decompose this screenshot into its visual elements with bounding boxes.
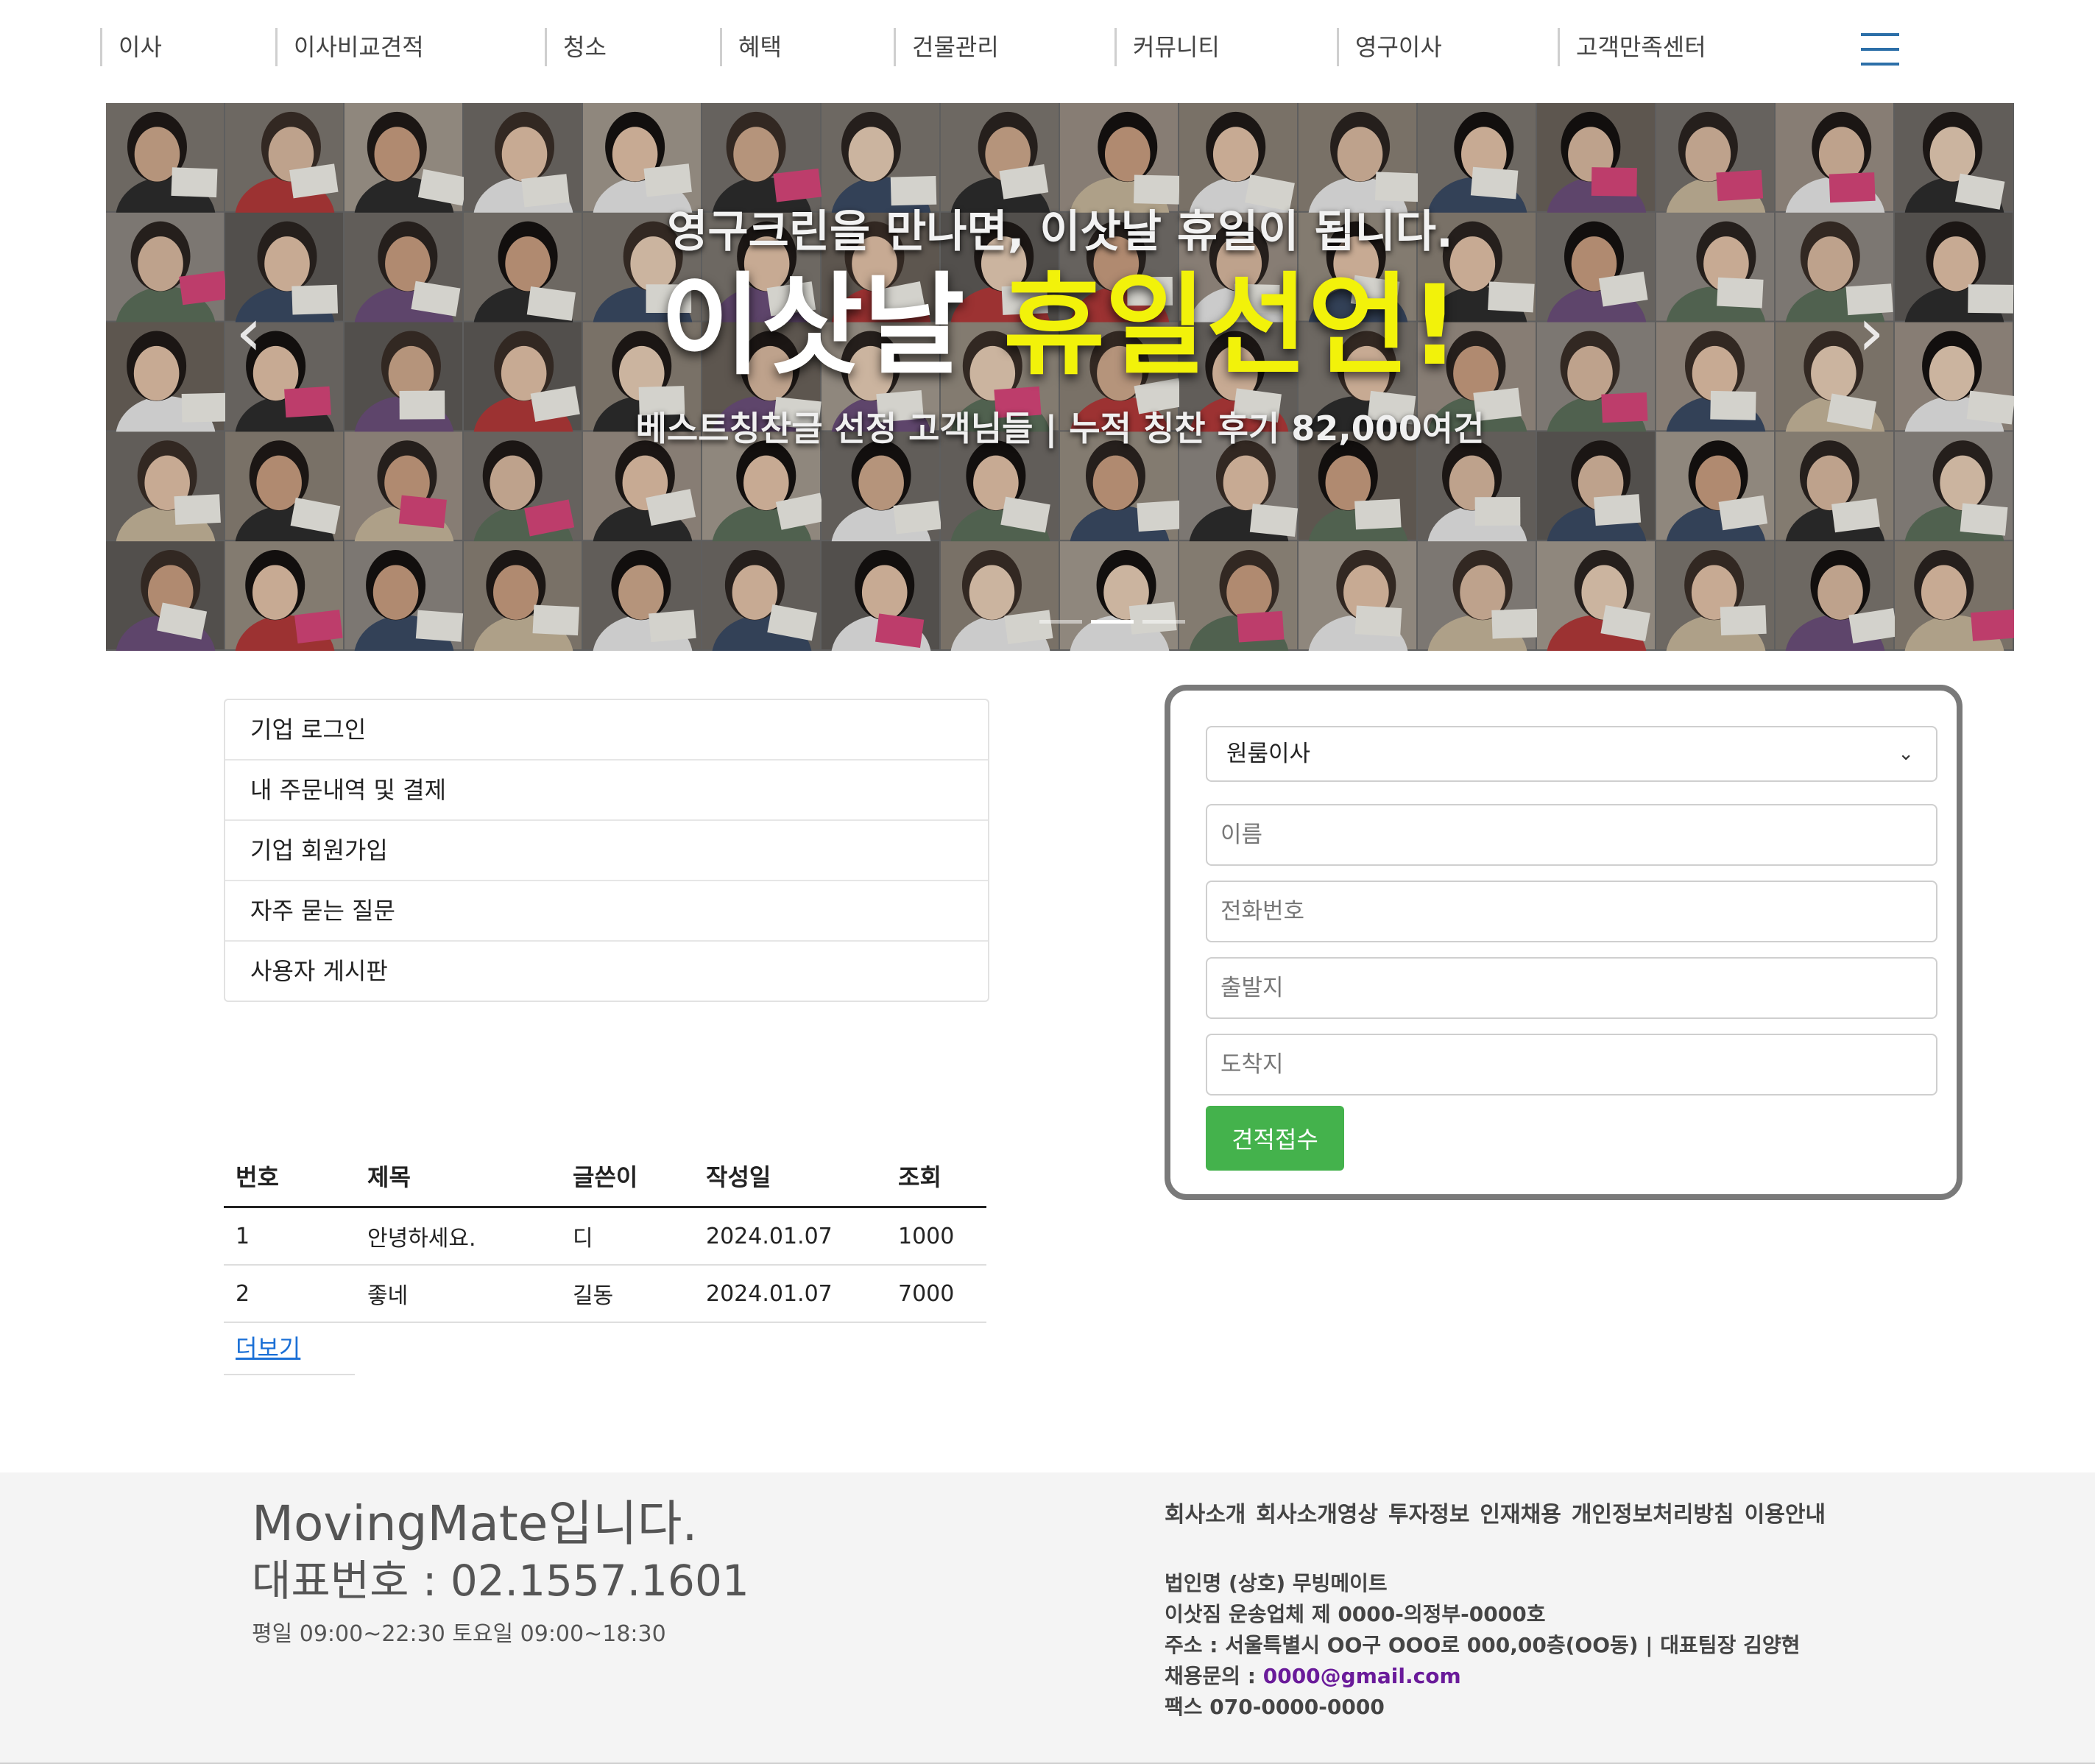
cell-number: 2 (224, 1265, 356, 1323)
footer-fax: 팩스 070-0000-0000 (1165, 1695, 1385, 1719)
nav-item-quote-compare[interactable]: 이사비교견적 (275, 28, 424, 66)
hero-headline-yellow: 휴일선언! (1003, 262, 1460, 390)
departure-input[interactable] (1206, 957, 1937, 1019)
table-header-row: 번호 제목 글쓴이 작성일 조회 (224, 1146, 986, 1208)
nav-item-community[interactable]: 커뮤니티 (1114, 28, 1220, 66)
link-faq[interactable]: 자주 묻는 질문 (225, 881, 988, 942)
board-table: 번호 제목 글쓴이 작성일 조회 1 안녕하세요. 디 2024.01.07 1… (224, 1146, 986, 1323)
more-link[interactable]: 더보기 (236, 1330, 300, 1363)
link-my-orders[interactable]: 내 주문내역 및 결제 (225, 761, 988, 821)
carousel-indicator[interactable] (1142, 620, 1185, 624)
footer-brand: MovingMate입니다. (252, 1495, 698, 1552)
name-input[interactable] (1206, 804, 1937, 866)
column-title: 제목 (356, 1146, 561, 1208)
carousel-indicator[interactable] (1039, 620, 1082, 624)
footer-company-info: 법인명 (상호) 무빙메이트 이삿짐 운송업체 제 0000-의정부-0000호… (1165, 1568, 1800, 1723)
hero-caption: 베스트칭찬글 선정 고객님들 | 누적 칭찬 후기 82,000여건 (635, 409, 1485, 448)
nav-item-yeonggu[interactable]: 영구이사 (1337, 28, 1442, 66)
column-number: 번호 (224, 1146, 356, 1208)
column-date: 작성일 (694, 1146, 886, 1208)
cell-author: 길동 (561, 1265, 694, 1323)
nav-item-moving[interactable]: 이사 (100, 28, 162, 66)
nav-item-building[interactable]: 건물관리 (894, 28, 999, 66)
footer-link-privacy[interactable]: 개인정보처리방침 (1572, 1502, 1734, 1528)
link-corporate-signup[interactable]: 기업 회원가입 (225, 821, 988, 881)
quote-form: 원룸이사 ⌄ 견적접수 (1165, 685, 1962, 1200)
footer-link-guide[interactable]: 이용안내 (1745, 1502, 1826, 1528)
hamburger-menu-icon[interactable] (1861, 33, 1899, 67)
footer-license: 이삿짐 운송업체 제 0000-의정부-0000호 (1165, 1602, 1546, 1626)
nav-item-benefits[interactable]: 혜택 (720, 28, 782, 66)
column-views: 조회 (886, 1146, 986, 1208)
hero-headline: 이삿날 휴일선언! (106, 256, 2014, 396)
destination-input[interactable] (1206, 1034, 1937, 1096)
submit-quote-button[interactable]: 견적접수 (1206, 1106, 1344, 1171)
hero-carousel: 영구크린을 만나면, 이삿날 휴일이 됩니다. 이삿날 휴일선언! 베스트칭찬글… (106, 103, 2014, 651)
table-row[interactable]: 2 좋네 길동 2024.01.07 7000 (224, 1265, 986, 1323)
cell-date: 2024.01.07 (694, 1265, 886, 1323)
cell-date: 2024.01.07 (694, 1207, 886, 1266)
footer-recruit-email[interactable]: 0000@gmail.com (1263, 1664, 1461, 1688)
more-link-cell: 더보기 (224, 1322, 355, 1375)
column-author: 글쓴이 (561, 1146, 694, 1208)
footer-link-about[interactable]: 회사소개 (1165, 1502, 1246, 1528)
footer-corp-name: 법인명 (상호) 무빙메이트 (1165, 1571, 1388, 1595)
footer-link-investment[interactable]: 투자정보 (1388, 1502, 1469, 1528)
chevron-down-icon: ⌄ (1898, 743, 1914, 765)
nav-item-customer-center[interactable]: 고객만족센터 (1558, 28, 1706, 66)
footer-recruit: 채용문의 : 0000@gmail.com (1165, 1661, 1800, 1692)
table-row[interactable]: 1 안녕하세요. 디 2024.01.07 1000 (224, 1207, 986, 1266)
moving-type-value: 원룸이사 (1226, 741, 1311, 767)
cell-title[interactable]: 안녕하세요. (356, 1207, 561, 1266)
carousel-indicator-active[interactable] (1091, 620, 1134, 624)
quick-links-list: 기업 로그인 내 주문내역 및 결제 기업 회원가입 자주 묻는 질문 사용자 … (224, 699, 989, 1002)
moving-type-select[interactable]: 원룸이사 ⌄ (1206, 726, 1937, 782)
phone-input[interactable] (1206, 881, 1937, 942)
footer-recruit-label: 채용문의 : (1165, 1664, 1263, 1688)
link-corporate-login[interactable]: 기업 로그인 (225, 700, 988, 761)
cell-views: 7000 (886, 1265, 986, 1323)
footer-links: 회사소개 회사소개영상 투자정보 인재채용 개인정보처리방침 이용안내 (1165, 1496, 1836, 1528)
footer-hours: 평일 09:00~22:30 토요일 09:00~18:30 (252, 1621, 666, 1647)
footer-link-about-video[interactable]: 회사소개영상 (1256, 1502, 1378, 1528)
footer-phone: 대표번호 : 02.1557.1601 (252, 1556, 749, 1606)
top-nav: 이사 이사비교견적 청소 혜택 건물관리 커뮤니티 영구이사 고객만족센터 (0, 0, 2095, 99)
cell-title[interactable]: 좋네 (356, 1265, 561, 1323)
footer: MovingMate입니다. 대표번호 : 02.1557.1601 평일 09… (0, 1472, 2095, 1764)
cell-views: 1000 (886, 1207, 986, 1266)
footer-link-careers[interactable]: 인재채용 (1480, 1502, 1561, 1528)
cell-number: 1 (224, 1207, 356, 1266)
carousel-prev-icon[interactable]: ‹ (225, 296, 272, 370)
link-user-board[interactable]: 사용자 게시판 (225, 942, 988, 1001)
cell-author: 디 (561, 1207, 694, 1266)
carousel-next-icon[interactable]: › (1848, 296, 1895, 370)
hero-headline-white: 이삿날 (660, 262, 1003, 390)
hero-subtitle: 영구크린을 만나면, 이삿날 휴일이 됩니다. (667, 206, 1453, 258)
carousel-indicators (1039, 613, 1194, 624)
nav-item-cleaning[interactable]: 청소 (545, 28, 607, 66)
footer-address: 주소 : 서울특별시 OO구 OOO로 000,00층(OO동) | 대표팀장 … (1165, 1633, 1801, 1657)
